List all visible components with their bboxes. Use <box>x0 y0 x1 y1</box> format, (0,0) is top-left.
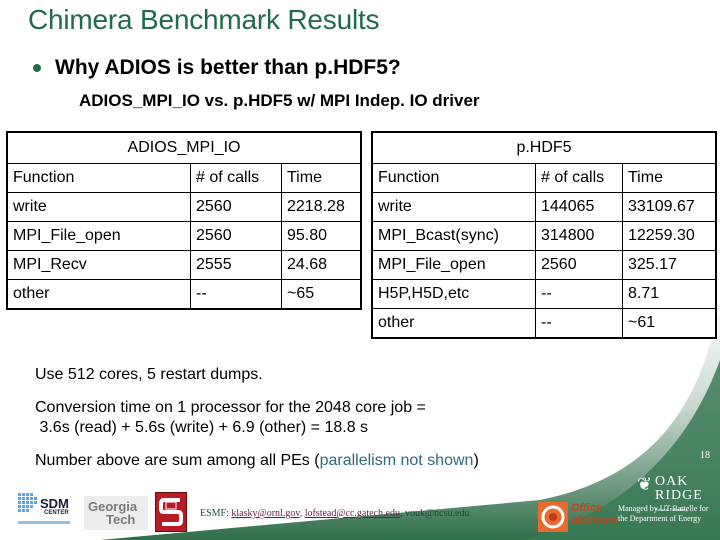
contact-link-lofstead[interactable]: lofstead@cc.gatech.edu <box>305 508 400 519</box>
table-cell: 2218.28 <box>281 192 362 222</box>
contact-line: ESMF: klasky@ornl.gov, lofstead@cc.gatec… <box>200 508 469 519</box>
table-header-row: Function # of calls Time <box>6 163 362 193</box>
column-header: Function <box>6 163 191 193</box>
table-cell: 2560 <box>190 192 282 222</box>
table-cell: 24.68 <box>281 250 362 280</box>
table-cell: other <box>6 279 191 310</box>
table-caption-row: ADIOS_MPI_IO <box>6 131 362 164</box>
note-sum-prefix: Number above are sum among all PEs ( <box>35 452 320 469</box>
table-cell: MPI_File_open <box>6 221 191 251</box>
table-caption-row: p.HDF5 <box>371 131 717 164</box>
office-of-science-logo: Office of Science <box>538 500 618 536</box>
note-cores: Use 512 cores, 5 restart dumps. <box>35 366 263 383</box>
georgia-tech-logo: Georgia Tech <box>84 496 148 530</box>
table-cell: 8.71 <box>622 279 717 309</box>
note-sum: Number above are sum among all PEs (para… <box>35 452 479 470</box>
bullet-dot-icon <box>33 64 41 72</box>
table-cell: -- <box>190 279 282 310</box>
table-cell: -- <box>535 279 623 309</box>
column-header: Time <box>281 163 362 193</box>
table-cell: -- <box>535 308 623 339</box>
table-row: MPI_File_open 2560 95.80 <box>6 221 362 251</box>
sdm-logo-subtext: CENTER <box>44 510 69 516</box>
column-header: # of calls <box>535 163 623 193</box>
table-row: write 144065 33109.67 <box>371 192 717 222</box>
oak-logo-line1: OAK <box>655 474 689 489</box>
adios-table: ADIOS_MPI_IO Function # of calls Time wr… <box>6 131 362 310</box>
table-cell: 33109.67 <box>622 192 717 222</box>
note-sum-accent: parallelism not shown <box>319 452 474 469</box>
slide-title: Chimera Benchmark Results <box>28 4 380 35</box>
table-row: MPI_Bcast(sync) 314800 12259.30 <box>371 221 717 251</box>
table-cell: 95.80 <box>281 221 362 251</box>
table-cell: ~61 <box>622 308 717 339</box>
nc-state-logo <box>155 492 187 532</box>
contact-vouk: , vouk@ncsu.edu <box>399 508 470 519</box>
table-row: write 2560 2218.28 <box>6 192 362 222</box>
table-cell: 144065 <box>535 192 623 222</box>
doe-logo-line2: Science <box>576 515 618 527</box>
doe-swirl-icon <box>538 502 568 532</box>
bullet-text: Why ADIOS is better than p.HDF5? <box>55 56 401 79</box>
main-bullet: Why ADIOS is better than p.HDF5? <box>33 56 401 80</box>
managed-by-text: Managed by UT-Battelle for the Departmen… <box>618 504 709 523</box>
column-header: # of calls <box>190 163 282 193</box>
phdf5-table: p.HDF5 Function # of calls Time write 14… <box>371 131 717 339</box>
oak-logo-line2: RIDGE <box>655 488 703 503</box>
gt-logo-line2: Tech <box>106 512 136 527</box>
table-cell: 2560 <box>190 221 282 251</box>
table-cell: 314800 <box>535 221 623 251</box>
table-cell: 325.17 <box>622 250 717 280</box>
sdm-center-logo: SDM CENTER <box>18 491 70 527</box>
table-cell: 2555 <box>190 250 282 280</box>
note-sum-suffix: ) <box>473 452 479 469</box>
table-row: other -- ~65 <box>6 279 362 310</box>
table-caption: ADIOS_MPI_IO <box>6 131 362 164</box>
oak-leaf-icon: ❦ <box>637 474 654 494</box>
table-cell: write <box>6 192 191 222</box>
table-cell: MPI_Bcast(sync) <box>371 221 536 251</box>
table-cell: H5P,H5D,etc <box>371 279 536 309</box>
contact-prefix: ESMF: <box>200 508 232 519</box>
table-row: H5P,H5D,etc -- 8.71 <box>371 279 717 309</box>
table-cell: 2560 <box>535 250 623 280</box>
table-cell: other <box>371 308 536 339</box>
note-conversion-line1: Conversion time on 1 processor for the 2… <box>35 399 426 416</box>
sub-bullet: ADIOS_MPI_IO vs. p.HDF5 w/ MPI Indep. IO… <box>79 91 480 110</box>
table-cell: MPI_File_open <box>371 250 536 280</box>
table-cell: MPI_Recv <box>6 250 191 280</box>
table-cell: write <box>371 192 536 222</box>
contact-link-klasky[interactable]: klasky@ornl.gov <box>231 508 299 519</box>
column-header: Function <box>371 163 536 193</box>
table-row: MPI_Recv 2555 24.68 <box>6 250 362 280</box>
table-header-row: Function # of calls Time <box>371 163 717 193</box>
table-cell: ~65 <box>281 279 362 310</box>
table-row: MPI_File_open 2560 325.17 <box>371 250 717 280</box>
table-row: other -- ~61 <box>371 308 717 339</box>
table-caption: p.HDF5 <box>371 131 717 164</box>
column-header: Time <box>622 163 717 193</box>
nc-state-s-icon <box>159 498 183 526</box>
page-number: 18 <box>700 450 710 461</box>
table-cell: 12259.30 <box>622 221 717 251</box>
sdm-logo-text: SDM <box>40 496 69 511</box>
note-conversion-line2: 3.6s (read) + 5.6s (write) + 6.9 (other)… <box>35 419 369 436</box>
